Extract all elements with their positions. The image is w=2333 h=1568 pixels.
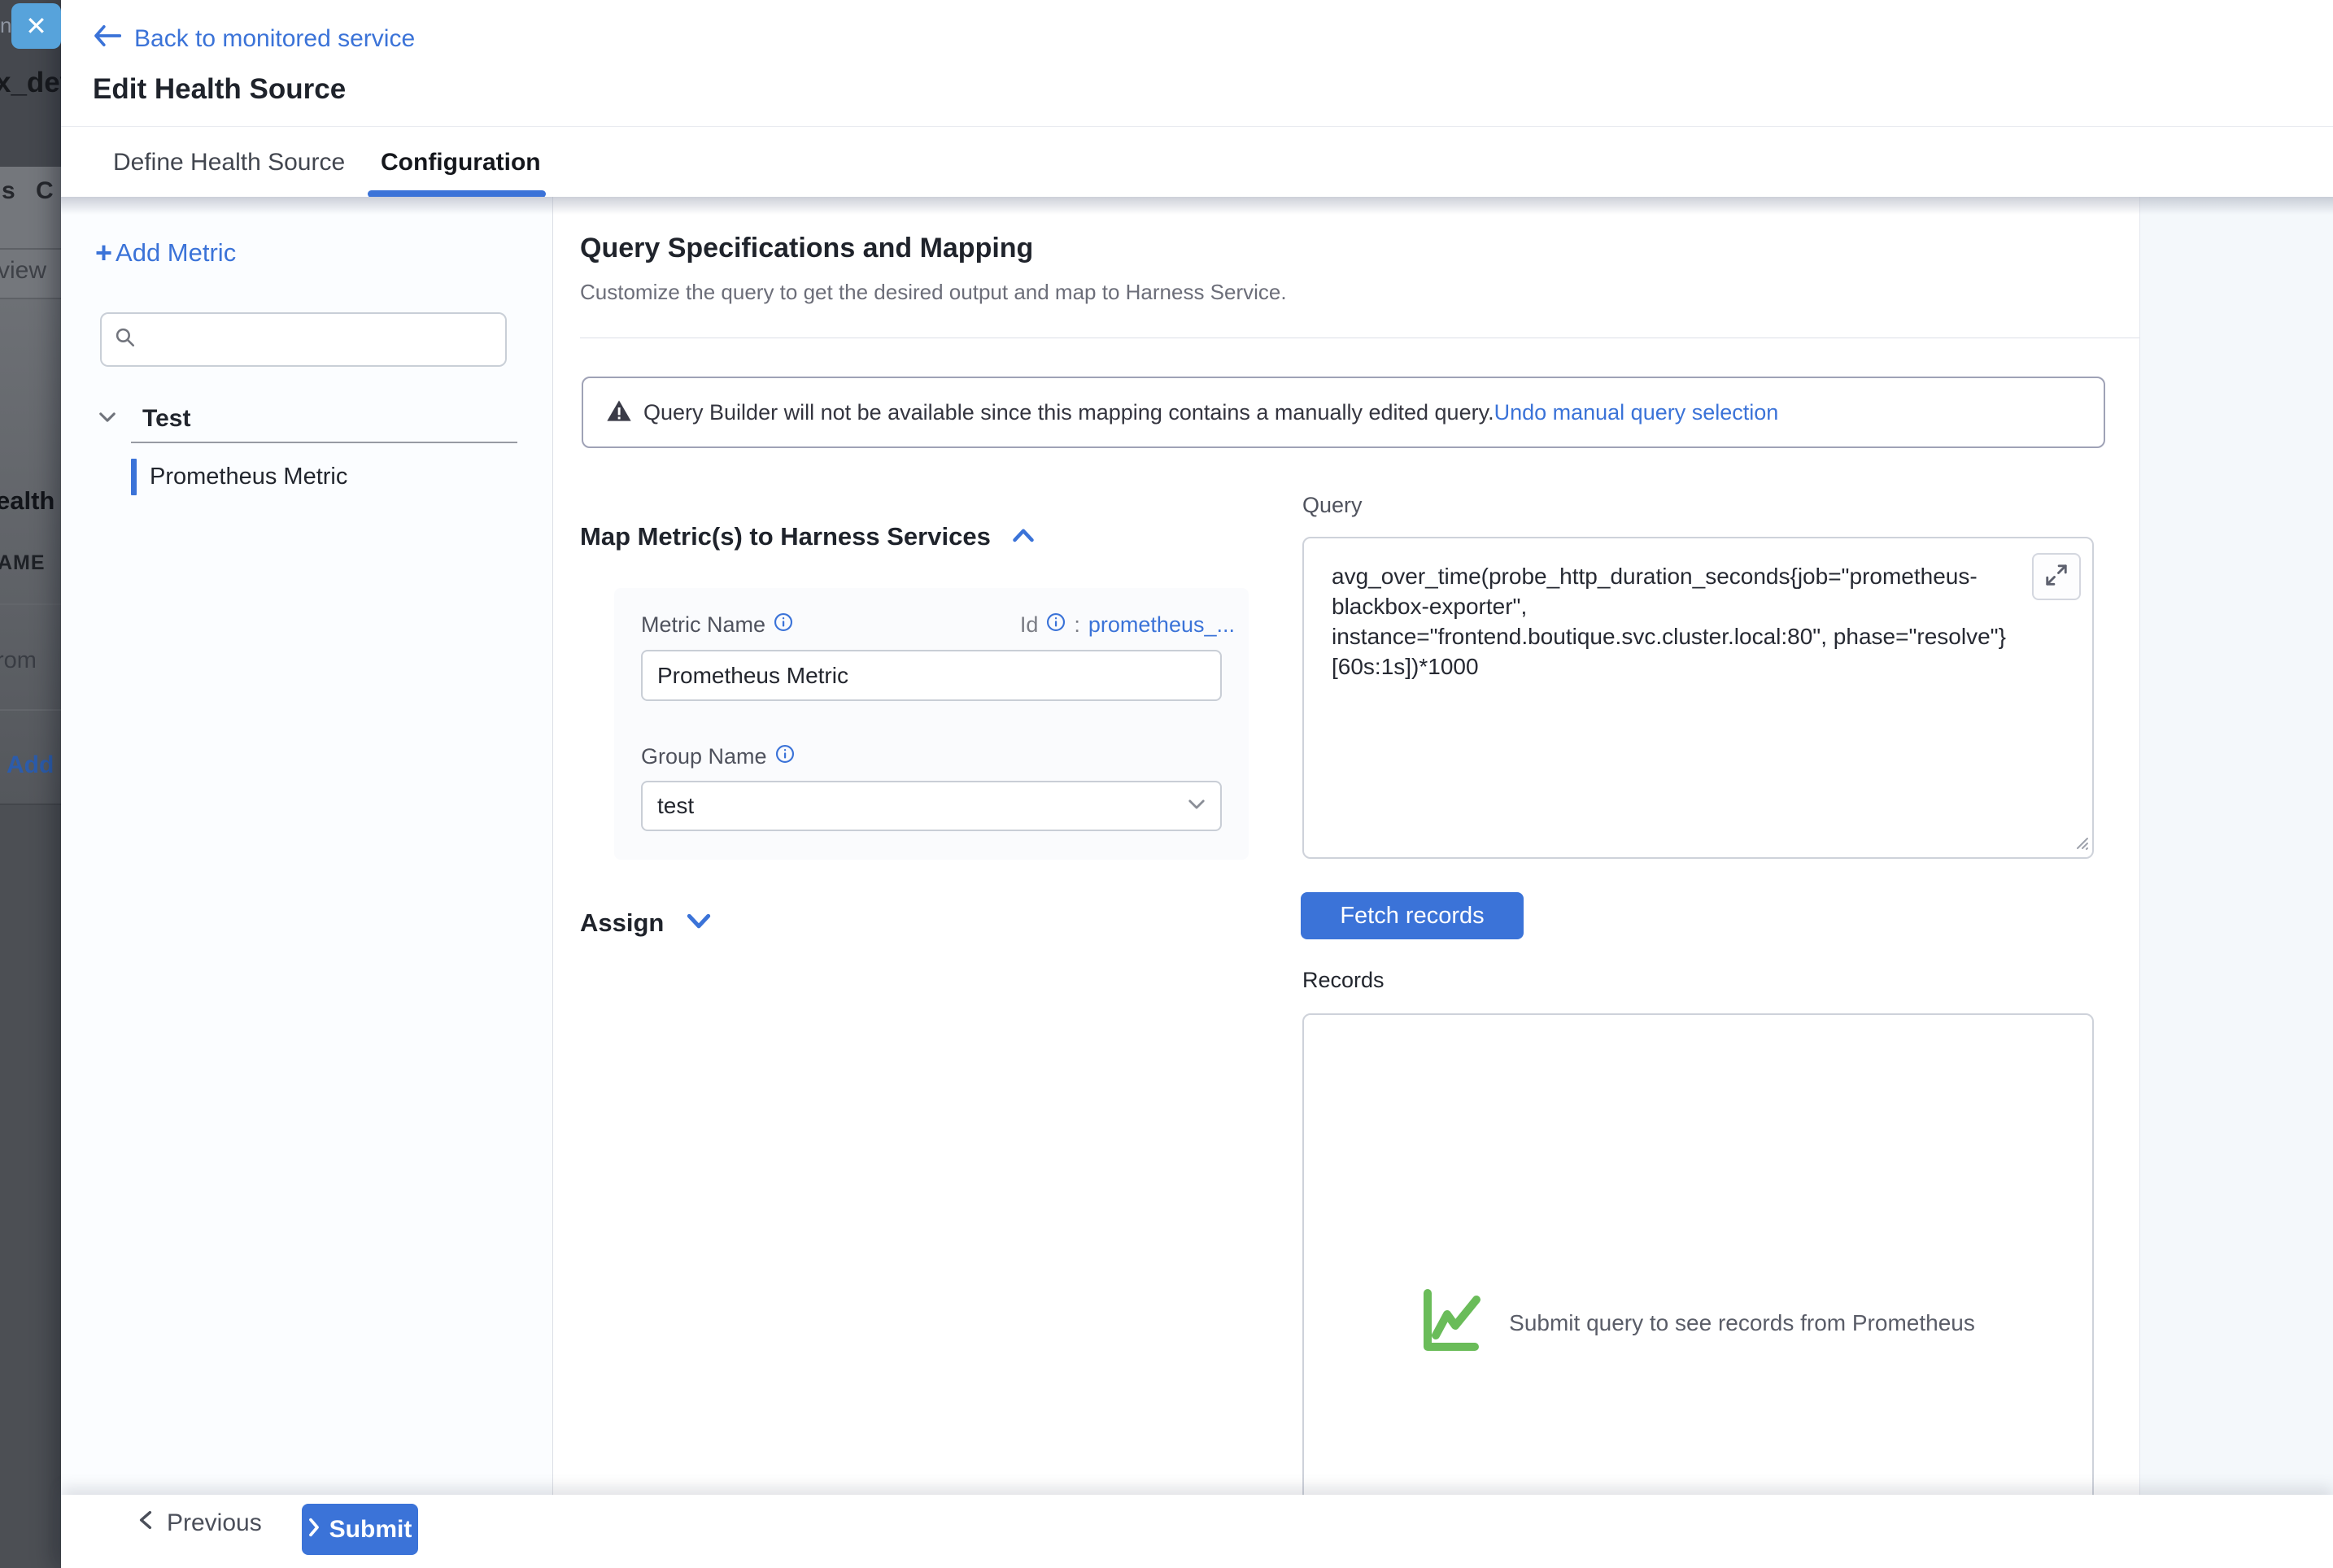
- backdrop-divider: [0, 709, 61, 711]
- backdrop-text-fragment: C: [36, 177, 54, 205]
- records-empty-state: Submit query to see records from Prometh…: [1304, 1288, 2092, 1357]
- group-name-select[interactable]: test: [641, 781, 1222, 831]
- query-builder-warning-banner: Query Builder will not be available sinc…: [582, 377, 2105, 448]
- records-panel: Submit query to see records from Prometh…: [1302, 1013, 2094, 1534]
- metric-name-input[interactable]: [641, 650, 1222, 701]
- page-title: Edit Health Source: [93, 73, 346, 106]
- tab-configuration[interactable]: Configuration: [381, 127, 541, 198]
- section-subheading: Customize the query to get the desired o…: [580, 280, 1287, 305]
- id-label: Id: [1020, 612, 1039, 638]
- close-button[interactable]: ✕: [11, 3, 61, 49]
- warning-text: Query Builder will not be available sinc…: [643, 400, 1494, 425]
- resize-grip-icon[interactable]: [2068, 829, 2089, 854]
- drawer-header: Back to monitored service Edit Health So…: [61, 0, 2333, 126]
- backdrop-divider: [0, 248, 61, 250]
- backdrop-text-fragment: s: [2, 177, 15, 205]
- metric-group-row[interactable]: Test: [61, 399, 552, 439]
- chevron-down-icon: [98, 412, 116, 427]
- fetch-records-button[interactable]: Fetch records: [1301, 892, 1524, 939]
- submit-button[interactable]: Submit: [302, 1504, 418, 1555]
- drawer-footer: Previous Submit: [61, 1495, 2333, 1568]
- query-editor[interactable]: avg_over_time(probe_http_duration_second…: [1302, 537, 2094, 859]
- chevron-left-icon: [139, 1509, 152, 1537]
- chevron-up-icon: [1012, 528, 1035, 547]
- query-text[interactable]: avg_over_time(probe_http_duration_second…: [1332, 561, 2019, 682]
- records-empty-text: Submit query to see records from Prometh…: [1509, 1310, 1975, 1336]
- backdrop-divider: [0, 804, 61, 805]
- back-arrow-icon: [94, 24, 121, 54]
- metric-name-label-row: Metric Name: [641, 612, 793, 638]
- metric-list-item-selected[interactable]: Prometheus Metric: [61, 454, 552, 499]
- info-icon: [1046, 612, 1066, 638]
- group-name-label: Group Name: [641, 744, 767, 769]
- expand-query-button[interactable]: [2032, 553, 2081, 600]
- id-separator: :: [1074, 612, 1080, 638]
- section-heading: Query Specifications and Mapping: [580, 233, 1033, 264]
- dimmed-background-page: nt x_dev s C view ealth S AME rom Add: [0, 0, 61, 1568]
- group-name-selected-value: test: [657, 793, 694, 819]
- close-icon: ✕: [25, 11, 47, 41]
- map-metrics-title: Map Metric(s) to Harness Services: [580, 522, 991, 551]
- tab-define-health-source[interactable]: Define Health Source: [113, 127, 345, 198]
- undo-manual-query-link[interactable]: Undo manual query selection: [1494, 400, 1779, 425]
- submit-label: Submit: [329, 1516, 412, 1544]
- metric-search-input[interactable]: [146, 327, 492, 352]
- chevron-down-icon: [1188, 799, 1206, 814]
- info-icon: [774, 612, 793, 638]
- tab-bar: Define Health Source Configuration: [61, 126, 2333, 197]
- backdrop-divider: [0, 603, 61, 605]
- metric-id-row: Id : prometheus_...: [1020, 612, 1235, 638]
- backdrop-band-lower: [0, 805, 61, 1568]
- add-metric-button[interactable]: + Add Metric: [95, 236, 236, 270]
- backdrop-text-fragment: ealth S: [0, 486, 61, 516]
- metric-search-box[interactable]: [100, 312, 507, 367]
- plus-icon: +: [95, 236, 112, 270]
- metric-group-label: Test: [142, 405, 190, 433]
- warning-icon: [606, 399, 632, 427]
- back-link-label: Back to monitored service: [134, 25, 415, 53]
- backdrop-divider: [0, 298, 61, 299]
- backdrop-text-fragment: AME: [0, 551, 46, 575]
- previous-button[interactable]: Previous: [139, 1509, 262, 1537]
- add-metric-label: Add Metric: [116, 238, 236, 268]
- metric-item-label: Prometheus Metric: [150, 464, 347, 490]
- previous-label: Previous: [167, 1509, 262, 1537]
- metric-mapping-card: Metric Name Id : prometheus_... Group Na…: [614, 588, 1249, 860]
- group-name-label-row: Group Name: [641, 744, 795, 769]
- assign-section-header[interactable]: Assign: [580, 908, 711, 938]
- selected-indicator-bar: [131, 459, 137, 495]
- backdrop-text-fragment: x_dev: [0, 67, 61, 99]
- edit-health-source-drawer: Back to monitored service Edit Health So…: [61, 0, 2333, 1568]
- info-icon: [775, 744, 795, 769]
- fullscreen-expand-icon: [2044, 563, 2069, 591]
- content-right-gutter: [2139, 197, 2333, 1495]
- records-label: Records: [1302, 968, 1385, 993]
- backdrop-text-fragment: rom: [0, 647, 37, 674]
- search-icon: [115, 327, 136, 352]
- drawer-body: + Add Metric Test Prometheus Metric: [61, 197, 2333, 1495]
- backdrop-text-fragment: Add: [7, 751, 54, 779]
- tree-divider: [131, 442, 517, 443]
- metric-name-label: Metric Name: [641, 612, 765, 638]
- metric-id-link[interactable]: prometheus_...: [1088, 612, 1235, 638]
- chevron-right-icon: [308, 1516, 320, 1544]
- back-to-monitored-service-link[interactable]: Back to monitored service: [94, 24, 415, 54]
- assign-title: Assign: [580, 908, 664, 938]
- metric-sidebar: + Add Metric Test Prometheus Metric: [61, 197, 553, 1495]
- chevron-down-icon: [687, 913, 711, 934]
- backdrop-text-fragment: view: [0, 257, 46, 285]
- map-metrics-section-header[interactable]: Map Metric(s) to Harness Services: [580, 522, 1035, 551]
- query-label: Query: [1302, 493, 1363, 518]
- line-chart-icon: [1421, 1288, 1491, 1357]
